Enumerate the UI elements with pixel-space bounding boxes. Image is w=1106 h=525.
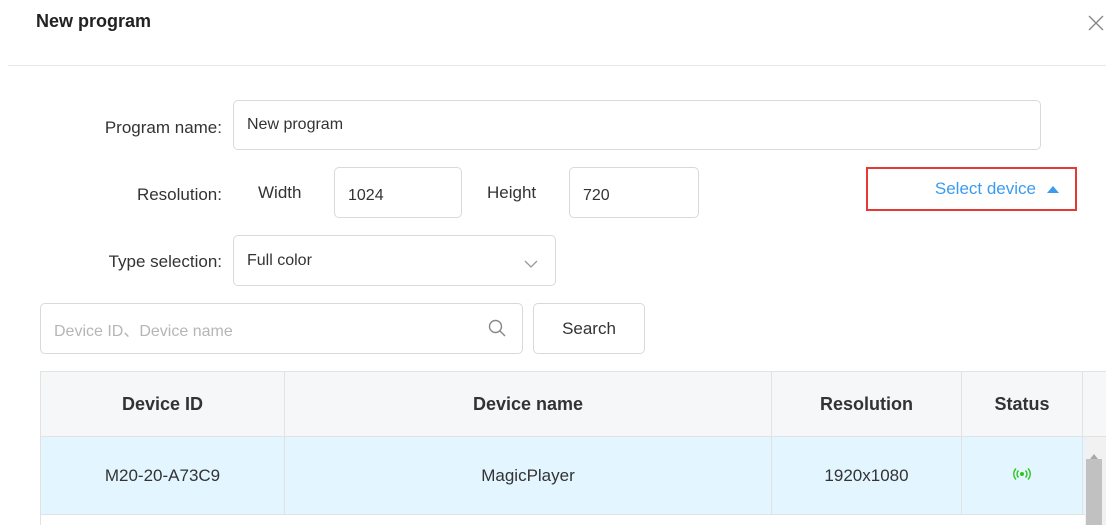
- column-header-device-name[interactable]: Device name: [285, 372, 772, 437]
- search-icon[interactable]: [487, 318, 507, 343]
- height-value: 720: [583, 186, 610, 204]
- type-selection-value: Full color: [247, 251, 312, 269]
- type-selection-label: Type selection:: [108, 252, 222, 271]
- chevron-down-icon: [524, 256, 538, 274]
- select-device-label: Select device: [934, 179, 1036, 198]
- column-header-status[interactable]: Status: [962, 372, 1083, 437]
- cell-device-id: M20-20-A73C9: [41, 437, 285, 514]
- column-header-resolution[interactable]: Resolution: [772, 372, 962, 437]
- caret-up-icon: [1047, 185, 1059, 193]
- program-name-input[interactable]: New program: [233, 100, 1041, 150]
- device-search-placeholder: Device ID、Device name: [54, 322, 233, 340]
- search-button[interactable]: Search: [533, 303, 645, 354]
- select-device-toggle[interactable]: Select device: [866, 167, 1077, 211]
- scrollbar-thumb[interactable]: [1086, 459, 1102, 525]
- header-divider: [8, 65, 1106, 66]
- cell-device-name: MagicPlayer: [285, 437, 772, 514]
- device-search-input[interactable]: Device ID、Device name: [40, 303, 523, 354]
- header-scroll-gutter: [1083, 372, 1106, 437]
- height-input[interactable]: 720: [569, 167, 699, 218]
- height-label: Height: [487, 183, 537, 202]
- program-name-label: Program name:: [104, 118, 222, 137]
- cell-status: [962, 437, 1083, 514]
- column-header-device-id[interactable]: Device ID: [41, 372, 285, 437]
- resolution-label: Resolution:: [136, 185, 222, 204]
- table-row[interactable]: M20-20-A73C9 MagicPlayer 1920x1080: [41, 437, 1085, 515]
- program-name-value: New program: [247, 116, 344, 133]
- close-icon[interactable]: [1086, 13, 1106, 33]
- cell-resolution: 1920x1080: [772, 437, 962, 514]
- width-input[interactable]: 1024: [334, 167, 462, 218]
- width-value: 1024: [348, 186, 384, 204]
- type-selection-dropdown[interactable]: Full color: [233, 235, 556, 286]
- width-label: Width: [258, 183, 302, 202]
- online-signal-icon: [1013, 466, 1031, 486]
- device-table: Device ID Device name Resolution Status …: [40, 371, 1106, 525]
- dialog-title: New program: [36, 11, 152, 31]
